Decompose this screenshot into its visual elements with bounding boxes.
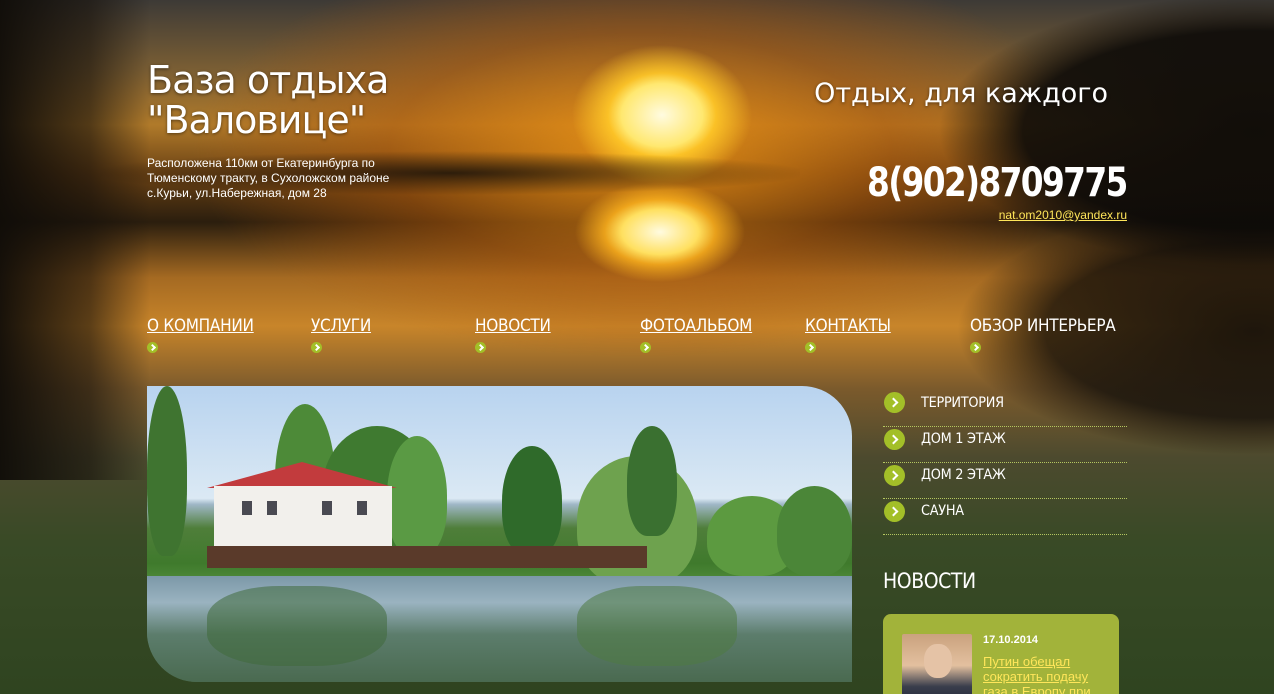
house-window xyxy=(357,501,367,515)
house-window xyxy=(267,501,277,515)
photo-tree xyxy=(777,486,852,576)
submenu-item-sauna[interactable]: САУНА xyxy=(883,499,1127,535)
photo-tree xyxy=(627,426,677,536)
main-photo xyxy=(147,386,852,682)
site-title[interactable]: База отдыха "Валовице" xyxy=(147,60,467,140)
submenu-item-territory[interactable]: ТЕРРИТОРИЯ xyxy=(883,391,1127,427)
phone-number: 8(902)8709775 xyxy=(867,160,1128,206)
site-title-line1: База отдыха xyxy=(147,58,389,102)
photo-tree xyxy=(502,446,562,556)
news-thumbnail[interactable] xyxy=(902,634,972,694)
arrow-bullet-icon xyxy=(884,392,905,413)
submenu-item-label[interactable]: САУНА xyxy=(921,499,1111,519)
photo-tree xyxy=(387,436,447,556)
nav-item-label[interactable]: НОВОСТИ xyxy=(475,316,551,336)
arrow-bullet-icon xyxy=(884,501,905,522)
photo-tree xyxy=(147,386,187,556)
water-reflection xyxy=(207,586,387,666)
nav-item-news[interactable]: НОВОСТИ xyxy=(475,316,559,358)
arrow-bullet-icon xyxy=(475,342,486,353)
fence xyxy=(207,546,647,568)
submenu-item-label[interactable]: ДОМ 1 ЭТАЖ xyxy=(921,427,1111,447)
arrow-bullet-icon xyxy=(884,465,905,486)
news-card: 17.10.2014 Путин обещал сократить подачу… xyxy=(883,614,1119,694)
news-heading: НОВОСТИ xyxy=(883,569,976,593)
house-window xyxy=(322,501,332,515)
submenu-item-label[interactable]: ДОМ 2 ЭТАЖ xyxy=(921,463,1111,483)
main-nav: О КОМПАНИИ УСЛУГИ НОВОСТИ ФОТОАЛЬБОМ КОН… xyxy=(147,316,1137,356)
nav-item-about[interactable]: О КОМПАНИИ xyxy=(147,316,266,358)
nav-item-label[interactable]: ОБЗОР ИНТЕРЬЕРА xyxy=(970,316,1116,336)
news-date: 17.10.2014 xyxy=(983,634,1039,646)
house-window xyxy=(242,501,252,515)
site-title-line2: "Валовице" xyxy=(147,98,366,142)
arrow-bullet-icon xyxy=(884,429,905,450)
email-link[interactable]: nat.om2010@yandex.ru xyxy=(999,208,1127,222)
water-reflection xyxy=(577,586,737,666)
house-roof xyxy=(207,462,397,488)
nav-item-interior[interactable]: ОБЗОР ИНТЕРЬЕРА xyxy=(970,316,1132,358)
submenu-item-label[interactable]: ТЕРРИТОРИЯ xyxy=(921,391,1111,411)
arrow-bullet-icon xyxy=(147,342,158,353)
arrow-bullet-icon xyxy=(970,342,981,353)
nav-item-services[interactable]: УСЛУГИ xyxy=(311,316,378,358)
arrow-bullet-icon xyxy=(805,342,816,353)
nav-item-label[interactable]: О КОМПАНИИ xyxy=(147,316,254,336)
interior-submenu: ТЕРРИТОРИЯ ДОМ 1 ЭТАЖ ДОМ 2 ЭТАЖ САУНА xyxy=(883,391,1127,535)
nav-item-photoalbum[interactable]: ФОТОАЛЬБОМ xyxy=(640,316,765,358)
nav-item-label[interactable]: ФОТОАЛЬБОМ xyxy=(640,316,752,336)
nav-item-contacts[interactable]: КОНТАКТЫ xyxy=(805,316,900,358)
arrow-bullet-icon xyxy=(640,342,651,353)
slogan: Отдых, для каждого xyxy=(814,78,1108,109)
submenu-item-house-floor2[interactable]: ДОМ 2 ЭТАЖ xyxy=(883,463,1127,499)
nav-item-label[interactable]: УСЛУГИ xyxy=(311,316,371,336)
site-description: Расположена 110км от Екатеринбурга по Тю… xyxy=(147,156,390,200)
house xyxy=(214,486,392,548)
arrow-bullet-icon xyxy=(311,342,322,353)
submenu-item-house-floor1[interactable]: ДОМ 1 ЭТАЖ xyxy=(883,427,1127,463)
background-forest-left xyxy=(0,0,150,480)
nav-item-label[interactable]: КОНТАКТЫ xyxy=(805,316,891,336)
news-title-link[interactable]: Путин обещал сократить подачу газа в Евр… xyxy=(983,654,1107,694)
